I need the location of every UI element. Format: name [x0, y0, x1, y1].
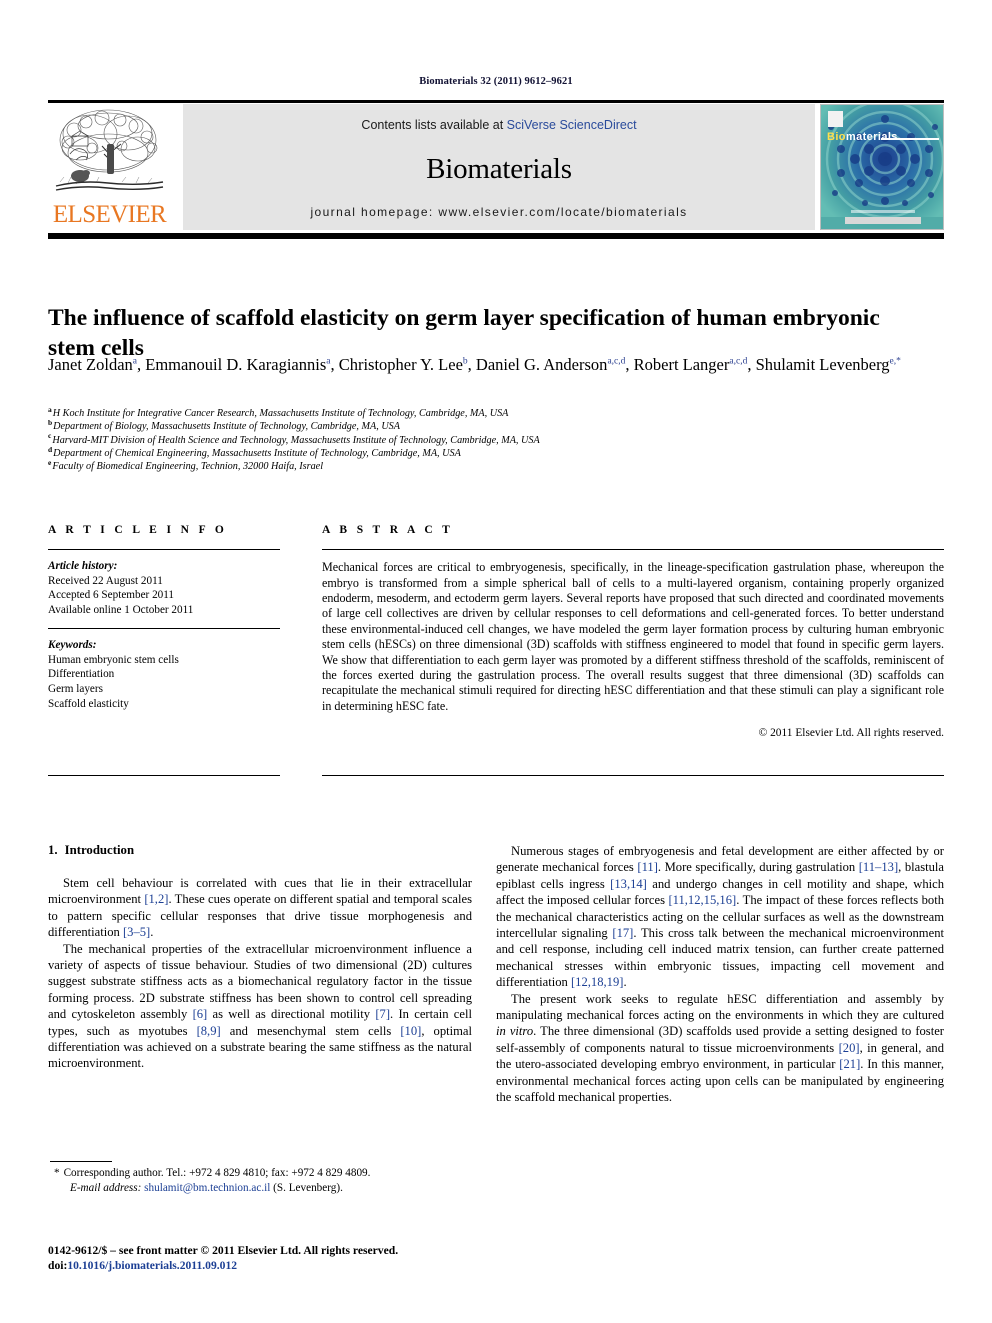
body-paragraph: Stem cell behaviour is correlated with c…: [48, 876, 472, 940]
abstract-bottom-rule: [322, 775, 944, 777]
running-head: Biomaterials 32 (2011) 9612–9621: [419, 76, 573, 87]
keyword-items: Human embryonic stem cells Differentiatio…: [48, 653, 280, 711]
email-note: E-mail address: shulamit@bm.technion.ac.…: [48, 1181, 472, 1196]
keywords-rule: [48, 627, 280, 630]
corresponding-marker: *: [54, 1167, 60, 1179]
cover-footer-band: [845, 217, 921, 224]
journal-banner: Contents lists available at SciVerse Sci…: [183, 104, 815, 230]
body-paragraph: The mechanical properties of the extrace…: [48, 941, 473, 1071]
cover-title-part-a: Bio: [827, 131, 846, 143]
cover-footer-line: [851, 210, 915, 213]
affiliation-text: Department of Biology, Massachusetts Ins…: [53, 421, 400, 433]
article-info-rule: [48, 549, 280, 551]
article-page: Biomaterials 32 (2011) 9612–9621 ELSEVIE…: [0, 0, 992, 1323]
cover-title-part-b: materials: [845, 131, 898, 143]
affiliation-list: aH Koch Institute for Integrative Cancer…: [48, 405, 928, 473]
page-footer: 0142-9612/$ – see front matter © 2011 El…: [48, 1243, 508, 1273]
keywords-label: Keywords:: [48, 639, 97, 652]
abstract-text: Mechanical forces are critical to embryo…: [322, 560, 944, 713]
elsevier-tree-icon: [52, 104, 167, 202]
history-item: Available online 1 October 2011: [48, 603, 194, 616]
affiliation-item: bDepartment of Biology, Massachusetts In…: [48, 419, 928, 433]
body-paragraph: The present work seeks to regulate hESC …: [496, 991, 945, 1105]
article-info-block: A R T I C L E I N F O Article history: R…: [48, 524, 280, 711]
corresponding-author-note: * Corresponding author. Tel.: +972 4 829 …: [48, 1166, 472, 1181]
history-item: Accepted 6 September 2011: [48, 589, 175, 602]
article-info-heading: A R T I C L E I N F O: [48, 524, 228, 536]
history-items: Received 22 August 2011 Accepted 6 Septem…: [48, 574, 280, 618]
abstract-rule: [322, 549, 944, 551]
article-history: Article history: Received 22 August 2011…: [48, 559, 280, 617]
keyword-item: Human embryonic stem cells: [48, 653, 179, 666]
elsevier-logo: ELSEVIER: [48, 104, 171, 230]
body-paragraph: Numerous stages of embryogenesis and fet…: [496, 844, 944, 990]
email-suffix: (S. Levenberg).: [273, 1181, 343, 1194]
article-info-bottom-rule: [48, 775, 280, 777]
footnote-block: * Corresponding author. Tel.: +972 4 829 …: [48, 1166, 472, 1195]
keyword-item: Differentiation: [48, 668, 115, 681]
affiliation-item: cHarvard-MIT Division of Health Science …: [48, 432, 928, 447]
body-column-left: 1. Introduction Stem cell behaviour is co…: [48, 843, 472, 1072]
cover-journal-title: Biomaterials: [827, 131, 898, 143]
doi-label: doi:: [48, 1259, 68, 1272]
affiliation-item: dDepartment of Chemical Engineering, Mas…: [48, 445, 928, 460]
section-number: 1.: [48, 843, 58, 857]
section-title: Introduction: [64, 843, 135, 857]
email-label: E-mail address:: [70, 1181, 142, 1194]
doi-link[interactable]: 10.1016/j.biomaterials.2011.09.012: [67, 1259, 237, 1272]
contents-line: Contents lists available at SciVerse Sci…: [183, 118, 815, 132]
journal-cover-thumbnail: Biomaterials: [820, 104, 944, 230]
affiliation-item: aH Koch Institute for Integrative Cancer…: [48, 405, 928, 420]
body-column-right: Numerous stages of embryogenesis and fet…: [496, 843, 944, 1106]
issn-copyright-line: 0142-9612/$ – see front matter © 2011 El…: [48, 1244, 399, 1257]
left-paragraphs: Stem cell behaviour is correlated with c…: [48, 875, 472, 1072]
keywords-block: Keywords: Human embryonic stem cells Diff…: [48, 638, 280, 711]
email-link[interactable]: shulamit@bm.technion.ac.il: [144, 1182, 270, 1194]
abstract-block: A B S T R A C T Mechanical forces are cr…: [322, 524, 944, 739]
masthead-bottom-rule: [48, 233, 944, 239]
abstract-heading: A B S T R A C T: [322, 524, 454, 536]
affiliation-text: H Koch Institute for Integrative Cancer …: [52, 408, 509, 419]
cover-elsevier-mark: [828, 111, 843, 127]
elsevier-wordmark: ELSEVIER: [52, 201, 167, 228]
keyword-item: Scaffold elasticity: [48, 697, 129, 710]
history-item: Received 22 August 2011: [48, 574, 163, 587]
corresponding-text: Corresponding author. Tel.: +972 4 829 4…: [63, 1167, 371, 1179]
abstract-copyright: © 2011 Elsevier Ltd. All rights reserved…: [758, 727, 944, 740]
journal-masthead: ELSEVIER Contents lists available at Sci…: [48, 102, 944, 230]
journal-title: Biomaterials: [426, 153, 572, 185]
sciencedirect-link[interactable]: SciVerse ScienceDirect: [507, 118, 637, 132]
doi-line: doi:10.1016/j.biomaterials.2011.09.012: [48, 1258, 508, 1273]
article-history-label: Article history:: [48, 560, 118, 573]
section-heading-introduction: 1. Introduction: [48, 843, 472, 858]
affiliation-text: Harvard-MIT Division of Health Science a…: [52, 434, 540, 446]
affiliation-item: eFaculty of Biomedical Engineering, Tech…: [48, 459, 928, 473]
affiliation-text: Department of Chemical Engineering, Mass…: [53, 447, 461, 459]
author-list: Janet Zoldana, Emmanouil D. Karagiannisa…: [48, 355, 901, 374]
affiliation-text: Faculty of Biomedical Engineering, Techn…: [52, 461, 324, 473]
cover-stripe: [881, 138, 939, 140]
contents-prefix: Contents lists available at: [361, 118, 507, 132]
right-paragraphs: Numerous stages of embryogenesis and fet…: [496, 843, 944, 1106]
keyword-item: Germ layers: [48, 682, 103, 695]
journal-homepage-link[interactable]: journal homepage: www.elsevier.com/locat…: [183, 205, 815, 219]
footnote-rule: [50, 1161, 112, 1162]
